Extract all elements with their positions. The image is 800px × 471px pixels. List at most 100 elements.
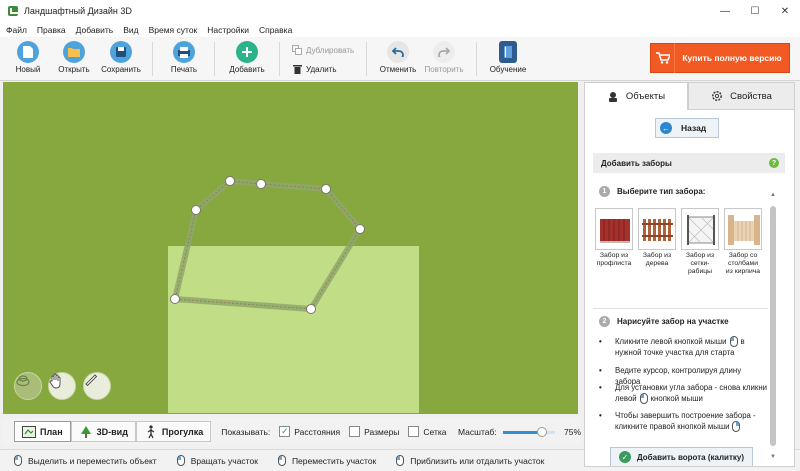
hand-tool-button[interactable] bbox=[48, 372, 76, 400]
new-label: Новый bbox=[15, 65, 41, 74]
panel-tabs: Объекты Свойства bbox=[584, 82, 795, 110]
print-label: Печать bbox=[170, 65, 198, 74]
fence-vertex-handle[interactable] bbox=[306, 304, 316, 314]
delete-button[interactable]: Удалить bbox=[292, 64, 337, 74]
duplicate-button[interactable]: Дублировать bbox=[292, 45, 354, 55]
instruction-3-text-c: кнопкой мыши bbox=[650, 394, 703, 403]
instruction-4-text-a: Чтобы завершить построение забора - bbox=[615, 411, 756, 420]
fence-vertex-handle[interactable] bbox=[355, 224, 365, 234]
cart-icon bbox=[651, 43, 675, 73]
new-button[interactable]: Новый bbox=[2, 40, 54, 80]
add-gate-button[interactable]: ✓ Добавить ворота (калитку) bbox=[610, 447, 753, 466]
maximize-button[interactable]: ☐ bbox=[740, 0, 770, 22]
fence-brick-thumbnail bbox=[724, 208, 762, 250]
design-canvas[interactable] bbox=[3, 82, 578, 414]
fence-option-brick[interactable]: Забор со столбами из кирпича bbox=[724, 208, 762, 276]
learn-label: Обучение bbox=[489, 65, 527, 74]
instruction-1: • Кликните левой кнопкой мыши в нужной то… bbox=[599, 336, 745, 358]
mouse-left-icon bbox=[639, 393, 648, 405]
grid-checkbox[interactable]: Сетка bbox=[408, 426, 447, 437]
buy-full-version-button[interactable]: Купить полную версию bbox=[650, 43, 790, 73]
minimize-button[interactable]: — bbox=[710, 0, 740, 22]
distances-checkbox[interactable]: ✓ Расстояния bbox=[279, 426, 340, 437]
undo-button[interactable]: Отменить bbox=[372, 40, 424, 80]
gear-icon bbox=[711, 90, 723, 102]
fence-vertex-handle[interactable] bbox=[321, 184, 331, 194]
tab-plan-label: План bbox=[40, 426, 63, 437]
scale-value: 75% bbox=[564, 426, 582, 437]
scroll-up-arrow-icon[interactable]: ▲ bbox=[769, 192, 777, 200]
sizes-checkbox[interactable]: Размеры bbox=[349, 426, 399, 437]
tab-walk[interactable]: Прогулка bbox=[135, 421, 212, 442]
scale-slider-handle[interactable] bbox=[537, 427, 547, 437]
menu-add[interactable]: Добавить bbox=[76, 25, 114, 35]
show-label: Показывать: bbox=[221, 426, 271, 437]
fence-vertex-handle[interactable] bbox=[191, 205, 201, 215]
help-icon[interactable]: ? bbox=[769, 158, 779, 168]
plus-icon bbox=[236, 41, 258, 63]
menu-bar: Файл Правка Добавить Вид Время суток Нас… bbox=[0, 22, 800, 37]
redo-icon bbox=[433, 41, 455, 63]
plan-icon bbox=[22, 425, 36, 439]
window-controls: — ☐ ✕ bbox=[710, 0, 800, 22]
tab-plan[interactable]: План bbox=[14, 421, 71, 442]
menu-file[interactable]: Файл bbox=[6, 25, 27, 35]
grid-label: Сетка bbox=[423, 426, 447, 437]
scale-slider[interactable] bbox=[503, 427, 555, 437]
open-folder-icon bbox=[63, 41, 85, 63]
mouse-middle-icon bbox=[277, 455, 286, 466]
fence-type-list: Забор из профлиста Забор из дерева Забор… bbox=[593, 208, 768, 288]
tab-3d-view[interactable]: 3D-вид bbox=[70, 421, 136, 442]
fence-vertex-handle[interactable] bbox=[170, 294, 180, 304]
duplicate-label: Дублировать bbox=[306, 45, 355, 55]
menu-help[interactable]: Справка bbox=[259, 25, 292, 35]
section-header: Добавить заборы ? bbox=[593, 153, 785, 173]
tab-properties[interactable]: Свойства bbox=[688, 82, 795, 110]
grid-check-box[interactable] bbox=[408, 426, 420, 437]
sizes-check-box[interactable] bbox=[349, 426, 361, 437]
open-button[interactable]: Открыть bbox=[48, 40, 100, 80]
menu-settings[interactable]: Настройки bbox=[207, 25, 249, 35]
mouse-left-icon bbox=[729, 336, 738, 348]
mouse-right-icon bbox=[732, 421, 741, 433]
redo-button[interactable]: Повторить bbox=[418, 40, 470, 80]
menu-time-of-day[interactable]: Время суток bbox=[149, 25, 198, 35]
back-button[interactable]: ← Назад bbox=[655, 118, 719, 138]
step-2: 2 Нарисуйте забор на участке bbox=[599, 316, 729, 327]
layers-tool-button[interactable] bbox=[14, 372, 42, 400]
distances-check-box[interactable]: ✓ bbox=[279, 426, 291, 437]
toolbar-divider bbox=[366, 42, 367, 76]
toolbar-divider bbox=[279, 42, 280, 76]
close-button[interactable]: ✕ bbox=[770, 0, 800, 22]
fence-vertex-handle[interactable] bbox=[256, 179, 266, 189]
trash-icon bbox=[292, 64, 302, 74]
add-button[interactable]: Добавить bbox=[221, 40, 273, 80]
fence-vertex-handle[interactable] bbox=[225, 176, 235, 186]
learn-button[interactable]: Обучение bbox=[482, 40, 534, 80]
menu-edit[interactable]: Правка bbox=[37, 25, 66, 35]
fence-option-wood[interactable]: Забор из дерева bbox=[638, 208, 676, 268]
title-bar: Ландшафтный Дизайн 3D — ☐ ✕ bbox=[0, 0, 800, 22]
scrollbar-thumb[interactable] bbox=[770, 206, 776, 446]
fence-option-profile[interactable]: Забор из профлиста bbox=[595, 208, 633, 268]
panel-body: ← Назад Добавить заборы ? 1 Выберите тип… bbox=[584, 110, 795, 467]
save-button[interactable]: Сохранить bbox=[95, 40, 147, 80]
fence-mesh-caption: Забор из сетки-рабицы bbox=[685, 252, 715, 275]
fence-option-mesh[interactable]: Забор из сетки-рабицы bbox=[681, 208, 719, 276]
instruction-4-text-b: кликните правой кнопкой мыши bbox=[615, 422, 730, 431]
ruler-tool-button[interactable] bbox=[83, 372, 111, 400]
book-icon bbox=[499, 41, 517, 63]
panel-scrollbar[interactable]: ▲ ▼ bbox=[769, 192, 777, 462]
menu-view[interactable]: Вид bbox=[123, 25, 138, 35]
scroll-down-arrow-icon[interactable]: ▼ bbox=[769, 454, 777, 462]
hint-rotate: Вращать участок bbox=[176, 455, 258, 466]
instruction-1-text-b: в bbox=[740, 337, 745, 346]
tab-objects[interactable]: Объекты bbox=[584, 82, 688, 110]
hint-rotate-text: Вращать участок bbox=[190, 455, 258, 466]
section-title: Добавить заборы bbox=[601, 158, 672, 168]
fence-mesh-thumbnail bbox=[681, 208, 719, 250]
layers-icon bbox=[16, 375, 30, 387]
instruction-3-text-b: левой bbox=[615, 394, 637, 403]
print-button[interactable]: Печать bbox=[158, 40, 210, 80]
view-bar: План 3D-вид Прогулка Показывать: ✓ Расст… bbox=[3, 418, 582, 445]
